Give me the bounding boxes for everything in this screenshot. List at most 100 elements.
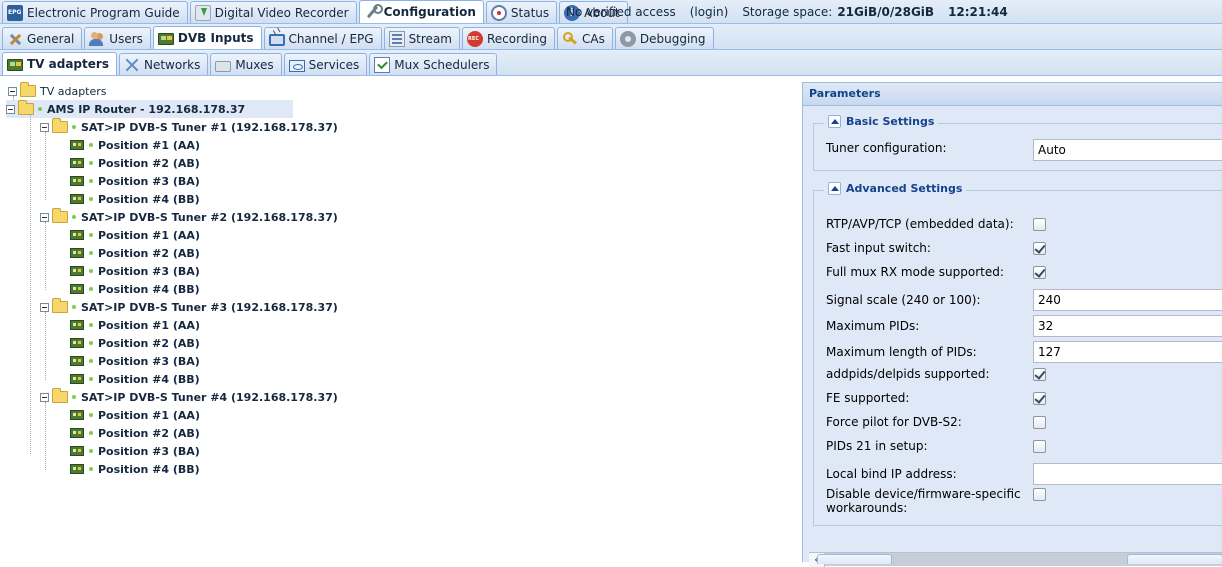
- fast-input-switch-checkbox[interactable]: [1033, 242, 1046, 255]
- tree-node-label: SAT>IP DVB-S Tuner #4 (192.168.178.37): [81, 390, 338, 404]
- enabled-dot-icon: [89, 269, 93, 273]
- tree-tuner[interactable]: SAT>IP DVB-S Tuner #4 (192.168.178.37): [40, 388, 338, 406]
- signal-scale-240-or-100-input[interactable]: 240: [1033, 289, 1222, 311]
- tree-position[interactable]: Position #2 (AB): [70, 244, 200, 262]
- tree-node-label: SAT>IP DVB-S Tuner #2 (192.168.178.37): [81, 210, 338, 224]
- config-tab-users[interactable]: Users: [84, 27, 151, 49]
- tuner-config-row: Tuner configuration:: [826, 141, 1031, 155]
- status-icon: [490, 4, 507, 21]
- addpids-delpids-supported-checkbox[interactable]: [1033, 368, 1046, 381]
- tree-position[interactable]: Position #1 (AA): [70, 136, 200, 154]
- collapse-toggle-icon[interactable]: [8, 86, 17, 96]
- clock: 12:21:44: [948, 5, 1008, 19]
- basic-settings-fieldset: Basic Settings Tuner configuration: Auto: [813, 115, 1222, 171]
- main-tab-bar: Electronic Program Guide Digital Video Re…: [0, 0, 1222, 24]
- config-tab-channel-epg[interactable]: Channel / EPG: [263, 27, 382, 49]
- dvb-tab-tv-adapters[interactable]: TV adapters: [2, 52, 117, 75]
- storage-label: Storage space:: [742, 5, 833, 19]
- tree-position[interactable]: Position #1 (AA): [70, 226, 200, 244]
- tree-position[interactable]: Position #2 (AB): [70, 424, 200, 442]
- dvb-tab-services[interactable]: Services: [283, 53, 368, 75]
- tab-configuration[interactable]: Configuration: [358, 0, 484, 23]
- config-tabs: General Users DVB Inputs Channel / EPG Strea…: [0, 24, 1222, 49]
- config-tab-label: Stream: [408, 31, 452, 46]
- config-tab-dvb-inputs[interactable]: DVB Inputs: [152, 26, 262, 49]
- advanced-settings-fieldset: Advanced Settings RTP/AVP/TCP (embedded …: [813, 182, 1222, 526]
- enabled-dot-icon: [89, 161, 93, 165]
- collapse-toggle-icon[interactable]: [40, 122, 49, 132]
- maximum-length-of-pids-input[interactable]: 127: [1033, 341, 1222, 363]
- login-link[interactable]: (login): [690, 5, 729, 19]
- setting-label: Disable device/firmware-specific workaro…: [826, 487, 1021, 515]
- config-tab-debugging[interactable]: Debugging: [614, 27, 714, 49]
- setting-label: Local bind IP address:: [826, 467, 957, 481]
- tree-root[interactable]: TV adapters: [8, 82, 107, 100]
- collapse-toggle-icon[interactable]: [6, 104, 15, 114]
- tree-position[interactable]: Position #2 (AB): [70, 334, 200, 352]
- config-tab-general[interactable]: General: [2, 27, 83, 49]
- tree-position[interactable]: Position #4 (BB): [70, 190, 200, 208]
- tab-digital-video-recorder[interactable]: Digital Video Recorder: [189, 1, 357, 23]
- tree-position[interactable]: Position #3 (BA): [70, 442, 200, 460]
- parameters-header: Parameters: [803, 82, 1222, 106]
- rtp-avp-tcp-embedded-data-checkbox[interactable]: [1033, 218, 1046, 231]
- config-tab-cas[interactable]: CAs: [557, 27, 613, 49]
- tree-device[interactable]: AMS IP Router - 192.168.178.37: [6, 100, 293, 118]
- tree-node-label: Position #1 (AA): [98, 318, 200, 332]
- enabled-dot-icon: [89, 143, 93, 147]
- maximum-pids-input[interactable]: 32: [1033, 315, 1222, 337]
- tab-electronic-program-guide[interactable]: Electronic Program Guide: [2, 1, 188, 23]
- collapse-toggle-icon[interactable]: [40, 212, 49, 222]
- tree-position[interactable]: Position #4 (BB): [70, 370, 200, 388]
- tuner-card-icon: [70, 194, 84, 204]
- setting-row-rtp-avp-tcp-embedded-data: RTP/AVP/TCP (embedded data):: [826, 217, 1031, 231]
- tree-node-label: Position #3 (BA): [98, 174, 200, 188]
- tree-position[interactable]: Position #3 (BA): [70, 262, 200, 280]
- tree-position[interactable]: Position #4 (BB): [70, 460, 200, 478]
- tree-position[interactable]: Position #3 (BA): [70, 352, 200, 370]
- tree-tuner[interactable]: SAT>IP DVB-S Tuner #1 (192.168.178.37): [40, 118, 338, 136]
- tree-node-label: Position #2 (AB): [98, 156, 200, 170]
- basic-settings-collapse-button[interactable]: [828, 115, 841, 128]
- fe-supported-checkbox[interactable]: [1033, 392, 1046, 405]
- setting-label: Fast input switch:: [826, 241, 931, 255]
- tree-position[interactable]: Position #2 (AB): [70, 154, 200, 172]
- pids-21-in-setup-checkbox[interactable]: [1033, 440, 1046, 453]
- bottom-button-left[interactable]: [817, 554, 892, 564]
- tree-position[interactable]: Position #4 (BB): [70, 280, 200, 298]
- tree-position[interactable]: Position #1 (AA): [70, 316, 200, 334]
- config-tab-recording[interactable]: Recording: [461, 27, 556, 49]
- dvb-tab-mux-schedulers[interactable]: Mux Schedulers: [369, 53, 498, 75]
- tab-label: Status: [510, 5, 550, 20]
- dvb-tab-muxes[interactable]: Muxes: [210, 53, 282, 75]
- config-tab-stream[interactable]: Stream: [383, 27, 460, 49]
- enabled-dot-icon: [89, 413, 93, 417]
- tree-node-label: TV adapters: [40, 84, 107, 98]
- enabled-dot-icon: [89, 197, 93, 201]
- wrench-icon: [364, 4, 383, 20]
- dvb-tab-networks[interactable]: Networks: [118, 53, 209, 75]
- setting-label: Maximum PIDs:: [826, 319, 920, 333]
- tuner-config-select[interactable]: Auto: [1033, 139, 1222, 161]
- local-bind-ip-address-input[interactable]: [1033, 463, 1222, 485]
- bottom-button-right[interactable]: [1127, 554, 1222, 564]
- tab-status[interactable]: Status: [485, 1, 558, 23]
- force-pilot-for-dvb-s2-checkbox[interactable]: [1033, 416, 1046, 429]
- tree-position[interactable]: Position #1 (AA): [70, 406, 200, 424]
- enabled-dot-icon: [89, 359, 93, 363]
- advanced-settings-collapse-button[interactable]: [828, 182, 841, 195]
- tree-tuner[interactable]: SAT>IP DVB-S Tuner #2 (192.168.178.37): [40, 208, 338, 226]
- tree-node-label: Position #2 (AB): [98, 426, 200, 440]
- enabled-dot-icon: [72, 305, 76, 309]
- tab-label: Configuration: [383, 5, 476, 19]
- tree-position[interactable]: Position #3 (BA): [70, 172, 200, 190]
- config-tab-bar: General Users DVB Inputs Channel / EPG Strea…: [0, 24, 1222, 50]
- tree-node-label: Position #1 (AA): [98, 408, 200, 422]
- dvb-tab-label: TV adapters: [27, 57, 109, 71]
- tree-tuner[interactable]: SAT>IP DVB-S Tuner #3 (192.168.178.37): [40, 298, 338, 316]
- disable-device-firmware-specific-workarounds-checkbox[interactable]: [1033, 488, 1046, 501]
- full-mux-rx-mode-supported-checkbox[interactable]: [1033, 266, 1046, 279]
- collapse-toggle-icon[interactable]: [40, 392, 49, 402]
- enabled-dot-icon: [89, 431, 93, 435]
- collapse-toggle-icon[interactable]: [40, 302, 49, 312]
